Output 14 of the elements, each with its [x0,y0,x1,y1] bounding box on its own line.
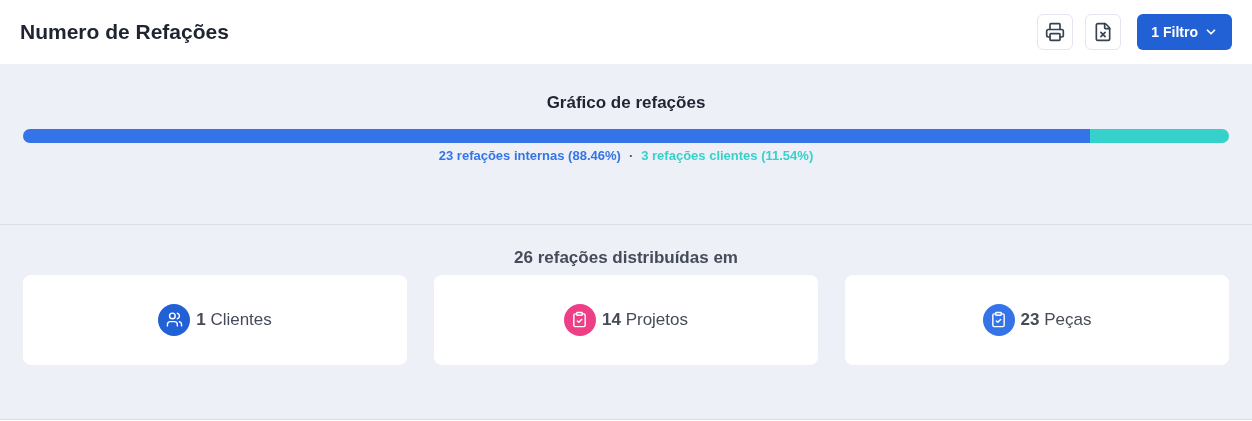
excel-export-button[interactable] [1085,14,1122,50]
printer-icon [1045,22,1066,42]
page-title: Numero de Refações [20,19,229,46]
stat-text: 1 Clientes [196,308,272,331]
filter-button[interactable]: 1 Filtro [1137,14,1232,50]
spreadsheet-file-icon [1093,22,1114,42]
stat-text: 23 Peças [1020,308,1092,331]
summary-title: 26 refações distribuídas em [514,247,738,269]
separator-dot: · [628,146,634,165]
legend-label: 23 refações internas (88.46%) [438,146,621,165]
print-button[interactable] [1037,14,1074,50]
stat-text: 14 Projetos [602,308,688,331]
legend-label: 3 refações clientes (11.54%) [641,146,814,165]
chart-title: Gráfico de refações [546,92,706,114]
